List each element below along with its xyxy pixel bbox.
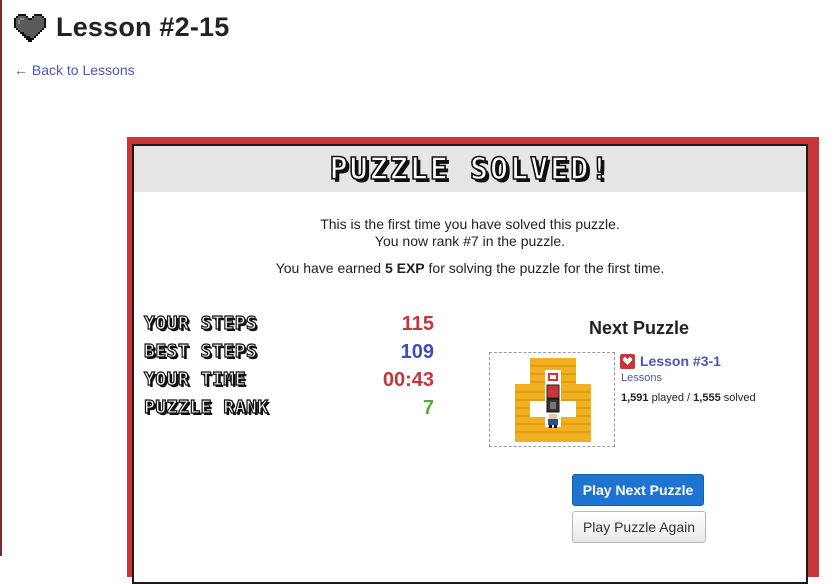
stat-best-steps: BEST STEPS 109 — [143, 340, 434, 367]
back-to-lessons-link[interactable]: ← Back to Lessons — [14, 62, 135, 78]
play-next-puzzle-button[interactable]: Play Next Puzzle — [572, 474, 704, 506]
stat-your-time: YOUR TIME 00:43 — [143, 368, 434, 395]
next-puzzle-title: Next Puzzle — [588, 318, 690, 338]
next-puzzle-stats: 1,591 played / 1,555 solved — [621, 392, 756, 404]
stat-puzzle-rank: PUZZLE RANK 7 — [143, 396, 434, 423]
first-solve-message: This is the first time you have solved t… — [320, 216, 620, 232]
page-header: Lesson #2-15 — [14, 12, 229, 43]
puzzle-map-image — [490, 353, 614, 446]
play-puzzle-again-button[interactable]: Play Puzzle Again — [572, 511, 706, 543]
page-left-border — [0, 0, 2, 556]
stat-label: YOUR STEPS — [143, 312, 258, 334]
stat-value: 7 — [422, 397, 434, 419]
solved-count: 1,555 — [693, 392, 721, 404]
stat-label: PUZZLE RANK — [143, 396, 269, 418]
stat-value: 00:43 — [382, 369, 434, 391]
rank-message: You now rank #7 in the puzzle. — [374, 233, 566, 249]
stat-label: YOUR TIME — [143, 368, 247, 390]
modal-body: PUZZLE SOLVED! This is the first time yo… — [132, 144, 808, 584]
played-count: 1,591 — [621, 392, 649, 404]
heart-icon — [14, 13, 46, 42]
banner-title: PUZZLE SOLVED! — [329, 151, 611, 188]
next-puzzle-category[interactable]: Lessons — [621, 372, 662, 384]
stat-value: 115 — [401, 313, 434, 335]
next-puzzle-name[interactable]: Lesson #3-1 — [620, 353, 721, 369]
solved-banner: PUZZLE SOLVED! — [134, 146, 806, 192]
exp-value: 5 EXP — [384, 260, 425, 276]
puzzle-solved-modal: PUZZLE SOLVED! This is the first time yo… — [127, 137, 819, 584]
page-title: Lesson #2-15 — [56, 12, 230, 42]
stat-value: 109 — [400, 341, 434, 363]
next-puzzle-link[interactable]: Lesson #3-1 — [640, 353, 721, 369]
stat-your-steps: YOUR STEPS 115 — [143, 312, 434, 339]
lesson-heart-icon — [620, 353, 635, 369]
exp-message: You have earned 5 EXP for solving the pu… — [275, 260, 665, 276]
stat-label: BEST STEPS — [143, 340, 258, 362]
next-puzzle-thumbnail[interactable] — [489, 352, 615, 447]
